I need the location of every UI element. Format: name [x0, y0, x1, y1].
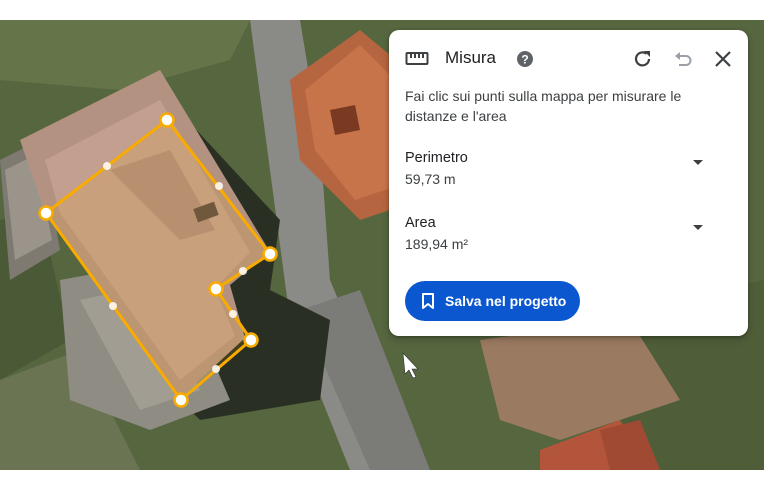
ruler-icon	[405, 52, 429, 65]
panel-title: Misura	[445, 48, 497, 67]
redo-button[interactable]	[629, 45, 657, 73]
undo-icon	[675, 52, 692, 66]
redo-icon	[634, 51, 651, 67]
chevron-down-icon[interactable]	[693, 160, 703, 165]
help-circle-icon[interactable]: ?	[515, 49, 535, 69]
area-row[interactable]: Area 189,94 m²	[405, 215, 725, 259]
chevron-down-icon[interactable]	[693, 225, 703, 230]
close-button[interactable]	[709, 45, 737, 73]
svg-text:?: ?	[521, 53, 528, 67]
measure-instructions: Fai clic sui punti sulla mappa per misur…	[405, 88, 682, 124]
undo-button[interactable]	[669, 45, 697, 73]
area-value: 189,94 m²	[405, 236, 469, 252]
measure-panel: Misura ? Fai clic sui punti sulla mappa …	[389, 30, 748, 336]
save-button-label: Salva nel progetto	[445, 293, 567, 309]
bookmark-icon	[422, 293, 434, 309]
panel-header: Misura ?	[389, 30, 748, 88]
close-icon	[715, 51, 731, 67]
perimeter-label: Perimetro	[405, 150, 468, 166]
save-to-project-button[interactable]: Salva nel progetto	[405, 281, 580, 321]
area-label: Area	[405, 215, 436, 231]
perimeter-row[interactable]: Perimetro 59,73 m	[405, 150, 725, 194]
perimeter-value: 59,73 m	[405, 171, 456, 187]
